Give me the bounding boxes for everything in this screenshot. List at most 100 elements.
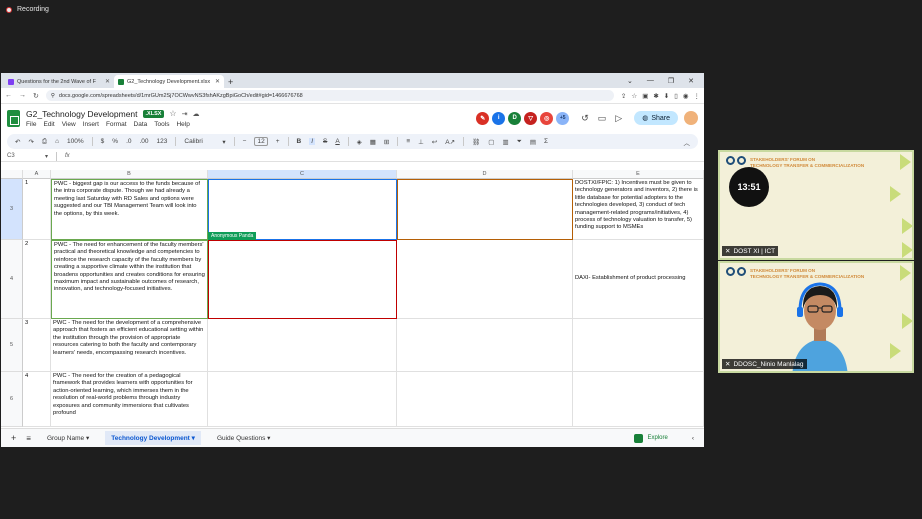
number-format-button[interactable]: 123 — [157, 138, 168, 145]
new-tab-button[interactable]: + — [228, 77, 233, 87]
row-header[interactable]: 6 — [1, 372, 23, 427]
fill-color-icon[interactable]: ◈ — [357, 138, 362, 146]
sheet-tab-technology-development[interactable]: Technology Development ▾ — [105, 431, 201, 445]
sheet-tab-guide-questions[interactable]: Guide Questions ▾ — [211, 431, 277, 445]
row-header[interactable]: 3 — [1, 179, 23, 240]
font-size-input[interactable]: 12 — [254, 137, 268, 146]
font-select[interactable]: Calibri — [184, 138, 214, 145]
redo-icon[interactable]: ↷ — [28, 138, 33, 146]
undo-icon[interactable]: ↶ — [15, 138, 20, 146]
italic-icon[interactable]: I — [309, 138, 316, 145]
cell-e[interactable]: DOSTXI/FPIC: 1) Incentives must be given… — [573, 179, 704, 240]
cell-a[interactable]: 4 — [23, 372, 51, 427]
sidebar-icon[interactable]: ▯ — [674, 92, 678, 100]
close-window-icon[interactable]: ✕ — [688, 77, 694, 85]
cell-d[interactable] — [397, 372, 573, 427]
cell-c-selected[interactable] — [208, 179, 397, 240]
column-header-c[interactable]: C — [208, 170, 397, 179]
cell-b[interactable]: PWC - The need for the creation of a ped… — [51, 372, 208, 427]
document-title[interactable]: G2_Technology Development — [26, 109, 138, 119]
cell-a[interactable]: 1 — [23, 179, 51, 240]
print-icon[interactable]: ⎙ — [42, 138, 47, 146]
cell-d[interactable] — [397, 319, 573, 372]
cell-e[interactable] — [573, 372, 704, 427]
download-icon[interactable]: ⬇ — [664, 92, 669, 100]
cell-c[interactable] — [208, 319, 397, 372]
menu-tools[interactable]: Tools — [154, 121, 169, 128]
increase-decimal-button[interactable]: .00 — [140, 138, 149, 145]
insert-link-icon[interactable]: ⛓ — [472, 138, 480, 146]
chevron-down-icon[interactable]: ⌄ — [627, 77, 633, 85]
minimize-icon[interactable]: — — [647, 77, 654, 85]
star-icon[interactable]: ☆ — [169, 109, 176, 118]
borders-icon[interactable]: ▦ — [370, 138, 376, 146]
collapse-toolbar-icon[interactable]: ︿ — [684, 137, 691, 147]
collaborator-avatar[interactable]: ▽ — [524, 111, 538, 125]
explore-button[interactable]: Explore — [634, 433, 668, 443]
add-sheet-icon[interactable]: + — [11, 433, 16, 443]
collaborator-avatar[interactable]: ✎ — [476, 111, 490, 125]
back-icon[interactable]: ← — [5, 92, 12, 99]
cell-c[interactable] — [208, 240, 397, 319]
column-header-a[interactable]: A — [23, 170, 51, 179]
horizontal-align-icon[interactable]: ≡ — [406, 138, 410, 145]
increase-font-size-icon[interactable]: + — [276, 138, 280, 145]
currency-format-button[interactable]: $ — [101, 138, 105, 145]
text-rotate-icon[interactable]: A↗ — [445, 138, 455, 146]
sheet-tab-group-name[interactable]: Group Name ▾ — [41, 431, 95, 445]
cell-a[interactable]: 2 — [23, 240, 51, 319]
percent-format-button[interactable]: % — [112, 138, 118, 145]
maximize-icon[interactable]: ❐ — [668, 77, 674, 85]
insert-comment-icon[interactable]: ▢ — [488, 138, 494, 146]
name-box[interactable]: C3 — [7, 153, 37, 159]
zoom-select[interactable]: 100% — [67, 138, 84, 145]
menu-data[interactable]: Data — [134, 121, 148, 128]
forward-icon[interactable]: → — [19, 92, 26, 99]
share-page-icon[interactable]: ⇪ — [621, 92, 626, 100]
decrease-font-size-icon[interactable]: − — [243, 138, 247, 145]
site-info-icon[interactable]: ⚲ — [51, 93, 55, 99]
row-header[interactable]: 4 — [1, 240, 23, 319]
cell-e[interactable]: DAXI- Establishment of product processin… — [573, 240, 704, 319]
comments-icon[interactable]: ▭ — [598, 113, 607, 124]
filter-icon[interactable]: ⏷ — [517, 138, 522, 146]
move-folder-icon[interactable]: ⇥ — [182, 110, 188, 118]
cell-b[interactable]: PWC - biggest gap is our access to the f… — [51, 179, 208, 240]
reload-icon[interactable]: ↻ — [33, 92, 39, 100]
decrease-decimal-button[interactable]: .0 — [126, 138, 131, 145]
row-header[interactable]: 5 — [1, 319, 23, 372]
close-tab-icon[interactable]: ✕ — [105, 78, 110, 85]
spreadsheet-grid[interactable]: A B C D E 3 1 PWC - biggest gap is our a… — [1, 170, 704, 427]
version-history-icon[interactable]: ↺ — [581, 113, 589, 124]
profile-icon[interactable]: ◉ — [683, 92, 689, 100]
menu-help[interactable]: Help — [176, 121, 189, 128]
cell-e[interactable] — [573, 319, 704, 372]
video-tile-dost[interactable]: STAKEHOLDERS' FORUM ON TECHNOLOGY TRANSF… — [718, 150, 914, 260]
text-wrap-icon[interactable]: ↩ — [432, 138, 437, 146]
video-tile-ninio[interactable]: STAKEHOLDERS' FORUM ON TECHNOLOGY TRANSF… — [718, 261, 914, 373]
bold-icon[interactable]: B — [297, 138, 302, 145]
strikethrough-icon[interactable]: S — [323, 138, 327, 145]
menu-file[interactable]: File — [26, 121, 36, 128]
chevron-down-icon[interactable]: ▾ — [222, 138, 225, 146]
extension-icon[interactable]: ▣ — [642, 92, 648, 100]
collaborator-avatar[interactable]: i — [492, 111, 506, 125]
paint-format-icon[interactable]: ⌂ — [55, 138, 59, 145]
insert-chart-icon[interactable]: ▥ — [502, 138, 508, 146]
menu-format[interactable]: Format — [106, 121, 127, 128]
share-button[interactable]: ◍ Share — [634, 111, 678, 125]
collaborator-avatar[interactable]: D — [508, 111, 522, 125]
vertical-align-icon[interactable]: ⊥ — [418, 138, 424, 146]
side-panel-toggle-icon[interactable]: ‹ — [692, 435, 694, 442]
cell-a[interactable]: 3 — [23, 319, 51, 372]
column-header-e[interactable]: E — [573, 170, 704, 179]
browser-tab-sheet[interactable]: G2_Technology Development.xlsx ✕ — [114, 75, 224, 88]
cell-b[interactable]: PWC - The need for enhancement of the fa… — [51, 240, 208, 319]
meet-icon[interactable]: ▷ — [615, 113, 622, 124]
merge-cells-icon[interactable]: ⊞ — [384, 138, 389, 146]
account-avatar[interactable] — [684, 111, 698, 125]
menu-edit[interactable]: Edit — [43, 121, 54, 128]
cell-d[interactable] — [397, 179, 573, 240]
all-sheets-icon[interactable]: ≡ — [26, 434, 31, 443]
browser-tab-questions[interactable]: Questions for the 2nd Wave of F ✕ — [4, 75, 114, 88]
